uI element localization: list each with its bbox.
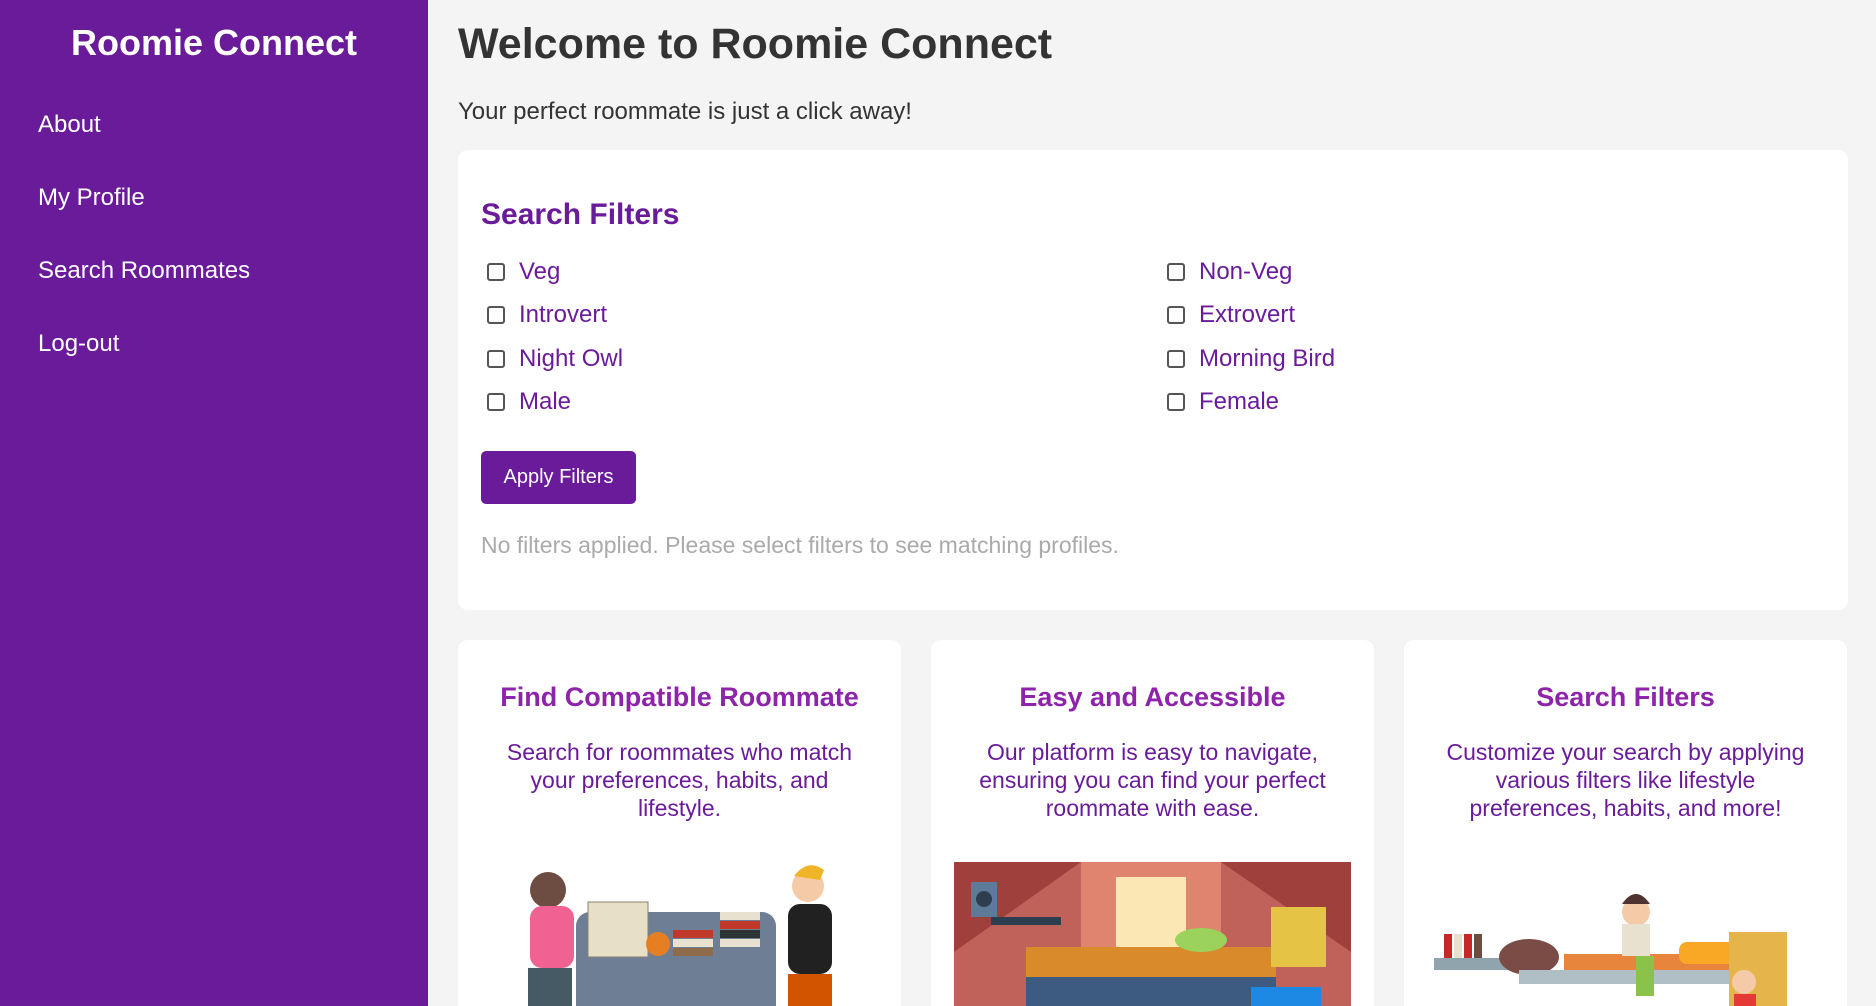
checkbox[interactable] [1167,306,1185,325]
attic-bedroom-illustration [954,862,1351,1006]
apply-filters-button[interactable]: Apply Filters [481,451,636,504]
main-content: Welcome to Roomie Connect Your perfect r… [428,0,1876,1006]
checkbox[interactable] [487,306,505,325]
filter-label: Introvert [519,301,608,329]
card-text: Customize your search by applying variou… [1446,739,1805,821]
checkbox[interactable] [1167,393,1185,412]
movers-carrying-couch-illustration [528,865,832,1006]
filter-status-text: No filters applied. Please select filter… [481,532,1119,558]
card-title: Easy and Accessible [1019,682,1286,712]
filter-extrovert[interactable]: Extrovert [1161,294,1821,338]
filter-female[interactable]: Female [1161,381,1821,425]
card-text: Our platform is easy to navigate, ensuri… [979,739,1326,821]
feature-card-search-filters: Search Filters Customize your search by … [1404,640,1847,1006]
page-title: Welcome to Roomie Connect [458,20,1053,68]
checkbox[interactable] [1167,349,1185,368]
brand-title: Roomie Connect [70,22,357,63]
checkbox[interactable] [1167,262,1185,281]
dorm-room-student-illustration [1434,894,1787,1006]
card-title: Find Compatible Roommate [500,682,859,712]
checkbox[interactable] [487,349,505,368]
checkbox[interactable] [487,262,505,281]
filter-label: Night Owl [519,344,624,372]
sidebar: Roomie Connect About My Profile Search R… [0,0,428,1006]
feature-card-compatible: Find Compatible Roommate Search for room… [458,640,901,1006]
filter-male[interactable]: Male [481,381,1161,425]
card-title: Search Filters [1536,682,1715,712]
filter-introvert[interactable]: Introvert [481,294,1161,338]
filter-label: Male [519,388,572,416]
sidebar-item-log-out[interactable]: Log-out [38,329,250,402]
filter-morning-bird[interactable]: Morning Bird [1161,337,1821,381]
filter-label: Non-Veg [1199,257,1293,285]
filter-night-owl[interactable]: Night Owl [481,337,1161,381]
sidebar-item-my-profile[interactable]: My Profile [38,183,250,256]
sidebar-item-about[interactable]: About [38,110,250,183]
sidebar-item-search-roommates[interactable]: Search Roommates [38,256,250,329]
search-filters-panel: Search Filters Veg Non-Veg Introvert Ext… [458,150,1848,610]
filter-label: Extrovert [1199,301,1296,329]
sidebar-nav: About My Profile Search Roommates Log-ou… [38,110,250,402]
filters-title: Search Filters [481,198,680,231]
page-subtitle: Your perfect roommate is just a click aw… [458,98,912,125]
card-text: Search for roommates who match your pref… [506,739,853,821]
checkbox[interactable] [487,393,505,412]
filter-options: Veg Non-Veg Introvert Extrovert Night Ow… [481,250,1821,424]
filter-veg[interactable]: Veg [481,250,1161,294]
filter-non-veg[interactable]: Non-Veg [1161,250,1821,294]
filter-label: Female [1199,388,1280,416]
filter-label: Morning Bird [1199,344,1336,372]
feature-card-easy-accessible: Easy and Accessible Our platform is easy… [931,640,1374,1006]
filter-label: Veg [519,257,561,285]
